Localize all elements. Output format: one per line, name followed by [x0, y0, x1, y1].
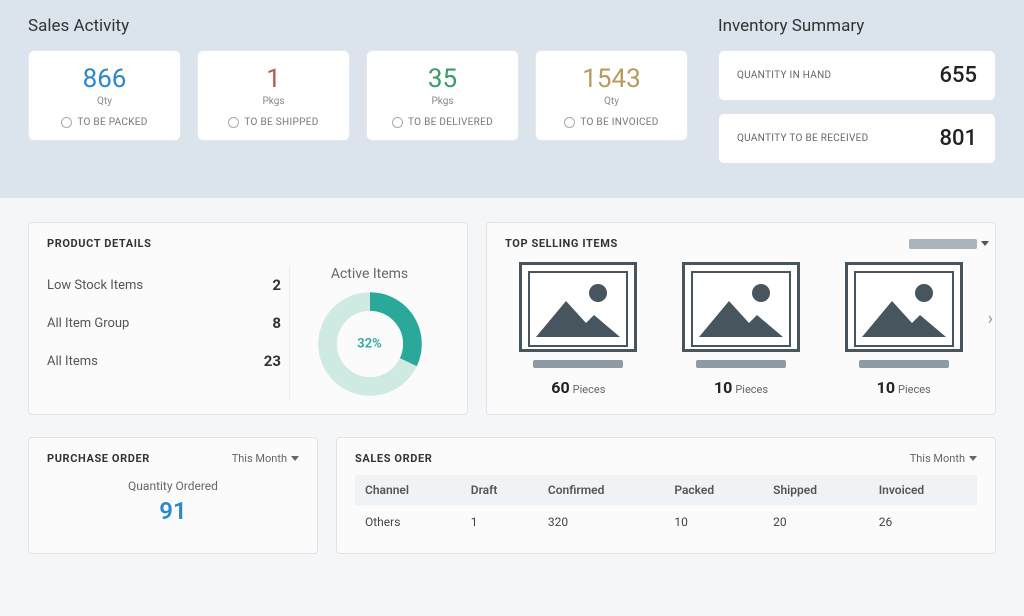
- product-details-title: PRODUCT DETAILS: [47, 237, 449, 250]
- item-name-placeholder: [533, 360, 623, 368]
- inventory-summary-row: QUANTITY IN HAND 655: [718, 50, 996, 101]
- top-selling-title: TOP SELLING ITEMS: [505, 237, 618, 250]
- top-selling-filter-dropdown[interactable]: [909, 239, 977, 249]
- top-selling-items: 60Pieces10Pieces10Pieces›: [505, 262, 977, 397]
- sales-activity-caption: TO BE PACKED: [37, 117, 172, 128]
- sales-activity-card[interactable]: 1543 Qty TO BE INVOICED: [535, 50, 688, 141]
- sales-activity-caption: TO BE INVOICED: [544, 117, 679, 128]
- sales-activity-unit: Pkgs: [206, 96, 341, 107]
- top-selling-item-count: 10Pieces: [668, 378, 815, 397]
- inventory-summary-title: Inventory Summary: [718, 16, 996, 36]
- product-stat-value: 8: [272, 314, 281, 332]
- sales-order-period-label: This Month: [910, 452, 965, 465]
- sales-activity-card[interactable]: 1 Pkgs TO BE SHIPPED: [197, 50, 350, 141]
- inventory-row-label: QUANTITY TO BE RECEIVED: [737, 133, 869, 144]
- purchase-order-qty-value: 91: [47, 497, 299, 525]
- sales-order-cell: Others: [355, 505, 461, 539]
- inventory-row-value: 655: [939, 63, 977, 88]
- sales-activity-title: Sales Activity: [28, 16, 688, 36]
- sales-order-cell: 10: [664, 505, 763, 539]
- chevron-down-icon: [969, 456, 977, 461]
- image-placeholder-icon: [845, 262, 963, 352]
- top-selling-item[interactable]: 60Pieces: [505, 262, 652, 397]
- purchase-order-title: PURCHASE ORDER: [47, 452, 150, 465]
- product-details-panel: PRODUCT DETAILS Low Stock Items 2 All Item…: [28, 222, 468, 415]
- sales-order-period-dropdown[interactable]: This Month: [910, 452, 977, 465]
- product-stat-value: 23: [264, 352, 281, 370]
- chevron-down-icon: [291, 456, 299, 461]
- inventory-summary-section: Inventory Summary QUANTITY IN HAND655QUA…: [718, 16, 996, 176]
- sales-order-col-header: Channel: [355, 475, 461, 505]
- status-circle-icon: [228, 117, 239, 128]
- inventory-row-label: QUANTITY IN HAND: [737, 70, 831, 81]
- sales-order-col-header: Shipped: [763, 475, 869, 505]
- product-stat-label: All Item Group: [47, 316, 129, 331]
- sales-order-col-header: Invoiced: [869, 475, 977, 505]
- sales-activity-caption: TO BE DELIVERED: [375, 117, 510, 128]
- sales-activity-unit: Qty: [37, 96, 172, 107]
- sales-activity-value: 1: [206, 65, 341, 94]
- sales-activity-unit: Qty: [544, 96, 679, 107]
- sales-activity-unit: Pkgs: [375, 96, 510, 107]
- status-circle-icon: [61, 117, 72, 128]
- active-items-block: Active Items 32%: [289, 266, 449, 400]
- sales-activity-value: 35: [375, 65, 510, 94]
- sales-activity-card[interactable]: 35 Pkgs TO BE DELIVERED: [366, 50, 519, 141]
- inventory-summary-row: QUANTITY TO BE RECEIVED 801: [718, 113, 996, 164]
- sales-order-col-header: Packed: [664, 475, 763, 505]
- sales-order-cell: 320: [538, 505, 664, 539]
- top-selling-item[interactable]: 10Pieces: [830, 262, 977, 397]
- product-stat-label: All Items: [47, 354, 98, 369]
- sales-activity-cards: 866 Qty TO BE PACKED 1 Pkgs TO BE SHIPPED 35 Pk…: [28, 50, 688, 141]
- sales-order-cell: 26: [869, 505, 977, 539]
- active-items-title: Active Items: [290, 266, 449, 282]
- sales-order-table: ChannelDraftConfirmedPackedShippedInvoic…: [355, 475, 977, 539]
- top-selling-item-count: 60Pieces: [505, 378, 652, 397]
- product-details-stats: Low Stock Items 2 All Item Group 8 All Items…: [47, 266, 281, 400]
- sales-order-col-header: Confirmed: [538, 475, 664, 505]
- active-items-donut: 32%: [314, 288, 426, 400]
- sales-activity-section: Sales Activity 866 Qty TO BE PACKED 1 Pkgs TO…: [28, 16, 688, 176]
- image-placeholder-icon: [682, 262, 800, 352]
- status-circle-icon: [392, 117, 403, 128]
- sales-order-cell: 1: [461, 505, 538, 539]
- inventory-row-value: 801: [939, 126, 977, 151]
- sales-order-panel: SALES ORDER This Month ChannelDraftConfi…: [336, 437, 996, 554]
- sales-activity-value: 1543: [544, 65, 679, 94]
- product-stat-value: 2: [272, 276, 281, 294]
- product-stat-row: All Item Group 8: [47, 304, 281, 342]
- purchase-order-qty-label: Quantity Ordered: [47, 479, 299, 493]
- item-name-placeholder: [859, 360, 949, 368]
- sales-activity-caption: TO BE SHIPPED: [206, 117, 341, 128]
- product-stat-row: All Items 23: [47, 342, 281, 380]
- sales-order-col-header: Draft: [461, 475, 538, 505]
- table-row: Others1320102026: [355, 505, 977, 539]
- purchase-order-period-dropdown[interactable]: This Month: [232, 452, 299, 465]
- product-stat-label: Low Stock Items: [47, 278, 143, 293]
- top-selling-item[interactable]: 10Pieces: [668, 262, 815, 397]
- purchase-order-panel: PURCHASE ORDER This Month Quantity Order…: [28, 437, 318, 554]
- sales-order-cell: 20: [763, 505, 869, 539]
- item-name-placeholder: [696, 360, 786, 368]
- top-selling-panel: TOP SELLING ITEMS 60Pieces 10Pieces 10Piec…: [486, 222, 996, 415]
- sales-order-title: SALES ORDER: [355, 452, 432, 465]
- image-placeholder-icon: [519, 262, 637, 352]
- top-selling-next-icon[interactable]: ›: [988, 308, 993, 329]
- purchase-order-period-label: This Month: [232, 452, 287, 465]
- product-stat-row: Low Stock Items 2: [47, 266, 281, 304]
- top-selling-item-count: 10Pieces: [830, 378, 977, 397]
- sales-activity-value: 866: [37, 65, 172, 94]
- sales-activity-card[interactable]: 866 Qty TO BE PACKED: [28, 50, 181, 141]
- status-circle-icon: [564, 117, 575, 128]
- active-items-percent: 32%: [357, 337, 381, 352]
- sales-order-header-row: ChannelDraftConfirmedPackedShippedInvoic…: [355, 475, 977, 505]
